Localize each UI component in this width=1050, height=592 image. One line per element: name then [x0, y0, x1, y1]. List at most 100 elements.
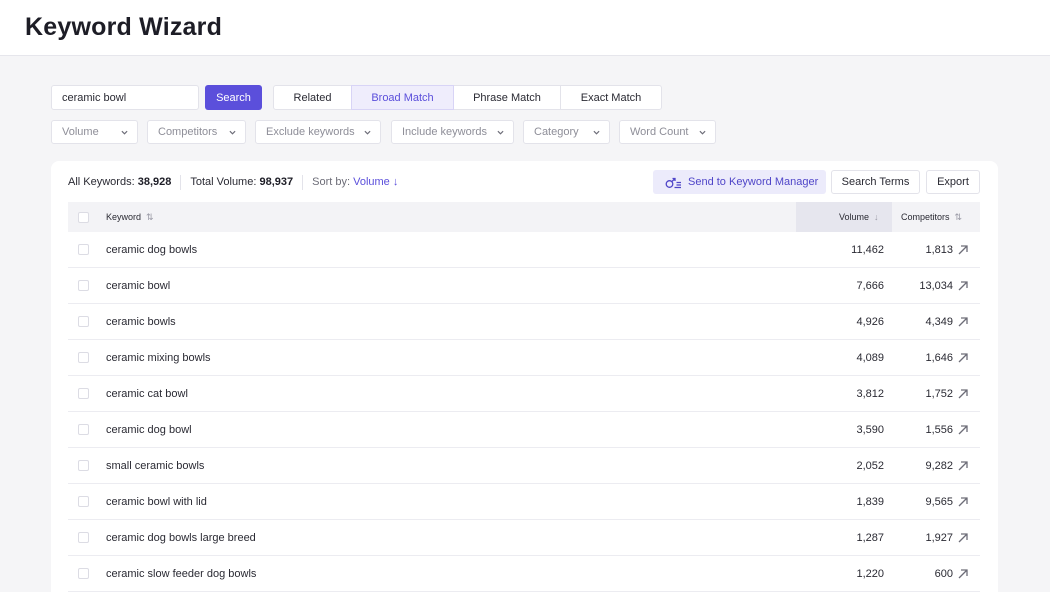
- volume-cell: 1,287: [856, 532, 884, 544]
- external-arrow-icon[interactable]: [957, 316, 969, 328]
- chevron-down-icon: [497, 129, 504, 136]
- column-header-label: Keyword: [106, 212, 142, 222]
- all-keywords-label: All Keywords:: [68, 176, 135, 188]
- filter-include-keywords[interactable]: Include keywords: [391, 120, 514, 144]
- search-terms-button[interactable]: Search Terms: [831, 170, 920, 194]
- chevron-down-icon: [593, 129, 600, 136]
- row-checkbox[interactable]: [78, 568, 89, 579]
- keyword-cell: ceramic dog bowls: [106, 244, 198, 256]
- row-checkbox[interactable]: [78, 352, 89, 363]
- volume-cell: 4,089: [856, 352, 884, 364]
- keyword-cell: ceramic bowl: [106, 280, 171, 292]
- send-to-manager-icon: [665, 176, 682, 189]
- table-row[interactable]: ceramic mixing bowls 4,089 1,646: [68, 340, 980, 376]
- table-row[interactable]: ceramic cat bowl 3,812 1,752: [68, 376, 980, 412]
- filter-label: Word Count: [630, 126, 689, 138]
- competitors-cell: 13,034: [919, 280, 953, 292]
- row-checkbox[interactable]: [78, 532, 89, 543]
- volume-cell: 1,220: [856, 568, 884, 580]
- table-row[interactable]: ceramic slow feeder dog bowls 1,220 600: [68, 556, 980, 592]
- volume-cell: 3,812: [856, 388, 884, 400]
- filter-label: Exclude keywords: [266, 126, 355, 138]
- table-header: Keyword ⇅ Volume ↓ Competitors ⇅: [68, 202, 980, 232]
- external-arrow-icon[interactable]: [957, 244, 969, 256]
- keyword-cell: ceramic slow feeder dog bowls: [106, 568, 257, 580]
- row-checkbox[interactable]: [78, 424, 89, 435]
- filter-volume[interactable]: Volume: [51, 120, 138, 144]
- filter-competitors[interactable]: Competitors: [147, 120, 246, 144]
- match-type-tabs: Related Broad Match Phrase Match Exact M…: [273, 85, 662, 110]
- select-all-checkbox[interactable]: [78, 212, 89, 223]
- table-row[interactable]: ceramic dog bowls 11,462 1,813: [68, 232, 980, 268]
- tab-phrase-match[interactable]: Phrase Match: [453, 85, 561, 110]
- table-row[interactable]: ceramic dog bowl 3,590 1,556: [68, 412, 980, 448]
- competitors-cell: 1,556: [925, 424, 953, 436]
- divider: [302, 174, 304, 190]
- competitors-cell: 1,752: [925, 388, 953, 400]
- tab-broad-match[interactable]: Broad Match: [351, 85, 454, 110]
- volume-cell: 1,839: [856, 496, 884, 508]
- divider: [180, 174, 182, 190]
- sort-icon: ⇅: [954, 211, 963, 222]
- total-volume-count: 98,937: [259, 176, 294, 188]
- table-row[interactable]: ceramic bowls 4,926 4,349: [68, 304, 980, 340]
- external-arrow-icon[interactable]: [957, 532, 969, 544]
- column-header-keyword[interactable]: Keyword ⇅: [106, 202, 154, 232]
- filter-label: Volume: [62, 126, 99, 138]
- chevron-down-icon: [699, 129, 706, 136]
- external-arrow-icon[interactable]: [957, 496, 969, 508]
- tab-exact-match[interactable]: Exact Match: [560, 85, 662, 110]
- filter-category[interactable]: Category: [523, 120, 610, 144]
- competitors-cell: 1,813: [925, 244, 953, 256]
- sort-by-dropdown[interactable]: Volume ↓: [353, 176, 398, 188]
- filter-label: Category: [534, 126, 579, 138]
- keyword-cell: small ceramic bowls: [106, 460, 205, 472]
- row-checkbox[interactable]: [78, 280, 89, 291]
- keyword-cell: ceramic dog bowls large breed: [106, 532, 256, 544]
- search-input[interactable]: [51, 85, 199, 110]
- external-arrow-icon[interactable]: [957, 568, 969, 580]
- row-checkbox[interactable]: [78, 496, 89, 507]
- volume-cell: 7,666: [856, 280, 884, 292]
- keyword-cell: ceramic bowl with lid: [106, 496, 207, 508]
- sort-down-icon: ↓: [874, 212, 879, 222]
- keyword-cell: ceramic mixing bowls: [106, 352, 211, 364]
- external-arrow-icon[interactable]: [957, 424, 969, 436]
- tab-related[interactable]: Related: [273, 85, 352, 110]
- competitors-cell: 9,282: [925, 460, 953, 472]
- all-keywords-count: 38,928: [137, 176, 172, 188]
- table-row[interactable]: ceramic dog bowls large breed 1,287 1,927: [68, 520, 980, 556]
- keyword-cell: ceramic cat bowl: [106, 388, 188, 400]
- row-checkbox[interactable]: [78, 460, 89, 471]
- filter-word-count[interactable]: Word Count: [619, 120, 716, 144]
- sort-by-label: Sort by:: [312, 176, 351, 188]
- volume-cell: 4,926: [856, 316, 884, 328]
- column-header-volume[interactable]: Volume ↓: [839, 202, 879, 232]
- volume-cell: 2,052: [856, 460, 884, 472]
- search-button[interactable]: Search: [205, 85, 262, 110]
- table-row[interactable]: ceramic bowl 7,666 13,034: [68, 268, 980, 304]
- filter-label: Include keywords: [402, 126, 487, 138]
- row-checkbox[interactable]: [78, 244, 89, 255]
- keyword-cell: ceramic bowls: [106, 316, 176, 328]
- external-arrow-icon[interactable]: [957, 460, 969, 472]
- export-button[interactable]: Export: [926, 170, 980, 194]
- row-checkbox[interactable]: [78, 316, 89, 327]
- competitors-cell: 1,646: [925, 352, 953, 364]
- column-header-label: Competitors: [901, 212, 950, 222]
- table-row[interactable]: small ceramic bowls 2,052 9,282: [68, 448, 980, 484]
- table-row[interactable]: ceramic bowl with lid 1,839 9,565: [68, 484, 980, 520]
- keyword-table-body: ceramic dog bowls 11,462 1,813 ceramic bowl…: [68, 232, 980, 592]
- keyword-cell: ceramic dog bowl: [106, 424, 192, 436]
- competitors-cell: 4,349: [925, 316, 953, 328]
- external-arrow-icon[interactable]: [957, 280, 969, 292]
- row-checkbox[interactable]: [78, 388, 89, 399]
- send-to-keyword-manager-button[interactable]: Send to Keyword Manager: [653, 170, 826, 194]
- filter-label: Competitors: [158, 126, 218, 138]
- external-arrow-icon[interactable]: [957, 352, 969, 364]
- volume-cell: 3,590: [856, 424, 884, 436]
- column-header-competitors[interactable]: Competitors ⇅: [901, 202, 962, 232]
- external-arrow-icon[interactable]: [957, 388, 969, 400]
- competitors-cell: 9,565: [925, 496, 953, 508]
- filter-exclude-keywords[interactable]: Exclude keywords: [255, 120, 381, 144]
